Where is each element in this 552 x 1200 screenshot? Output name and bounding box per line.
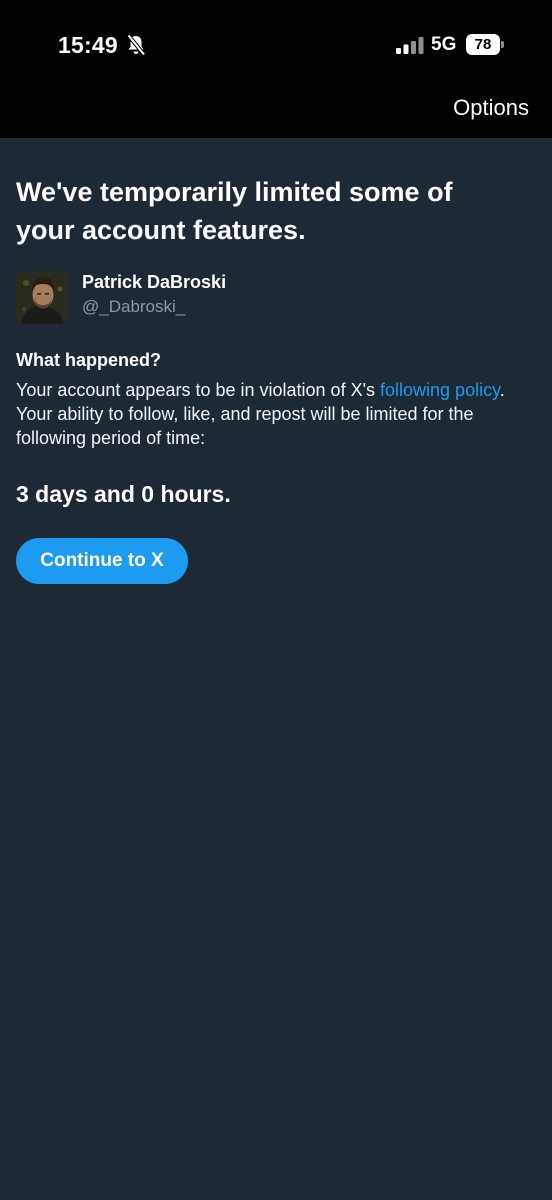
avatar-image [16, 271, 69, 324]
top-bar: 15:49 5G 78 Options [0, 0, 552, 138]
following-policy-link[interactable]: following policy [380, 380, 500, 400]
bell-slash-icon [126, 34, 146, 56]
battery-icon: 78 [466, 34, 504, 56]
avatar [16, 271, 69, 324]
user-handle: @_Dabroski_ [82, 297, 186, 316]
signal-icon [396, 37, 424, 54]
body-text-intro: Your account appears to be in violation … [16, 380, 381, 400]
battery-tip [501, 41, 504, 48]
options-button[interactable]: Options [453, 94, 529, 122]
battery-level: 78 [466, 34, 500, 55]
status-time: 15:49 [58, 32, 118, 58]
user-display-name: Patrick DaBroski [82, 272, 227, 292]
restriction-duration: 3 days and 0 hours. [16, 481, 231, 507]
page-title: We've temporarily limited some of your a… [16, 177, 453, 245]
violation-description: Your account appears to be in violation … [16, 378, 536, 450]
network-type: 5G [431, 34, 457, 55]
continue-button[interactable]: Continue to X [16, 538, 188, 584]
section-title: What happened? [16, 350, 161, 370]
